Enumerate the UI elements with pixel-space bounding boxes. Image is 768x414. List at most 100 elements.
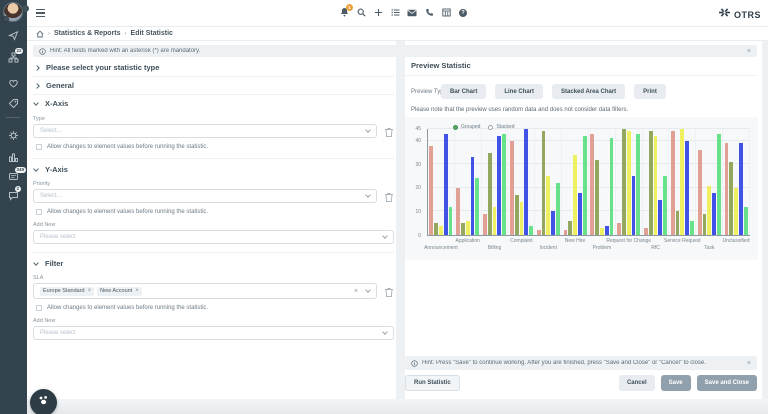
bar-series-3 — [546, 176, 550, 235]
delete-filter-button[interactable] — [384, 285, 394, 297]
save-and-close-button[interactable]: Save and Close — [697, 375, 757, 391]
add-button[interactable] — [373, 8, 383, 18]
email-button[interactable] — [407, 8, 417, 18]
x-category-label: New Hire — [548, 238, 602, 244]
close-icon[interactable]: × — [747, 360, 751, 367]
yaxis-priority-select[interactable]: Select… — [33, 189, 377, 203]
bar-series-5 — [636, 134, 640, 235]
bar-series-5 — [610, 138, 614, 235]
bar-chart-button[interactable]: Bar Chart — [441, 84, 486, 99]
yaxis-add-new-label: Add New — [33, 222, 394, 228]
help-button[interactable]: ? — [458, 8, 468, 18]
heart-icon — [8, 78, 19, 89]
chevron-down-icon — [382, 233, 388, 239]
bar-series-4 — [471, 157, 475, 235]
menu-icon[interactable] — [36, 9, 45, 17]
stacked-radio[interactable] — [488, 125, 493, 130]
x-category-label: Billing — [468, 245, 522, 251]
print-button[interactable]: Print — [634, 84, 666, 99]
chevron-down-icon — [33, 260, 39, 266]
lists-button[interactable] — [390, 8, 400, 18]
section-y-axis[interactable]: Y-Axis — [33, 158, 394, 177]
phone-button[interactable] — [424, 8, 434, 18]
chat-fab-button[interactable] — [30, 389, 57, 414]
sidebar-item-chat[interactable]: 2 — [8, 190, 19, 201]
bar-series-3 — [734, 188, 738, 235]
section-general[interactable]: General — [33, 77, 394, 95]
y-tick-label: 10 — [415, 209, 421, 215]
filter-sla-multiselect[interactable]: Europe Standard × New Account × × — [33, 283, 377, 299]
bar-series-5 — [475, 178, 479, 235]
help-icon: ? — [459, 9, 467, 17]
grouped-radio[interactable] — [453, 125, 458, 130]
bar-series-2 — [649, 131, 653, 235]
run-statistic-button[interactable]: Run Statistic — [405, 375, 460, 391]
bar-series-5 — [502, 134, 506, 235]
bar-series-3 — [627, 131, 631, 235]
sidebar-item-statistics[interactable] — [8, 152, 19, 163]
bar-group: Request for Change — [616, 129, 643, 235]
close-icon[interactable]: × — [747, 48, 751, 55]
bar-series-2 — [622, 129, 626, 235]
yaxis-add-new-select[interactable]: Please select — [33, 230, 394, 244]
filter-allow-changes-row: Allow changes to element values before r… — [33, 305, 394, 311]
section-filter[interactable]: Filter — [33, 252, 394, 271]
bar-group: Announcement — [428, 129, 455, 235]
bar-group: New Hire — [562, 129, 589, 235]
breadcrumb: › Statistics & Reports › Edit Statistic — [27, 27, 768, 41]
tag-label: Europe Standard — [43, 288, 85, 294]
sidebar-item-tags[interactable] — [8, 98, 19, 109]
board-button[interactable] — [441, 8, 451, 18]
save-button[interactable]: Save — [661, 375, 691, 391]
sidebar-item-send[interactable] — [8, 30, 19, 41]
bar-series-1 — [537, 230, 541, 235]
column-divider — [396, 41, 405, 399]
allow-changes-checkbox[interactable] — [36, 144, 42, 150]
sidebar-toggle[interactable] — [22, 5, 29, 12]
filter-add-new-select[interactable]: Please select — [33, 326, 394, 340]
plus-icon — [374, 4, 383, 22]
breadcrumb-item-statistics[interactable]: Statistics & Reports — [54, 30, 121, 37]
x-category-label: RfC — [629, 245, 683, 251]
sidebar-item-customers[interactable]: 22 — [8, 52, 19, 63]
tag-close-icon[interactable]: × — [88, 288, 92, 294]
bar-series-1 — [564, 230, 568, 235]
bar-series-3 — [573, 155, 577, 235]
section-statistic-type[interactable]: Please select your statistic type — [33, 59, 394, 77]
home-icon[interactable] — [36, 25, 44, 43]
xaxis-type-select[interactable]: Select… — [33, 124, 377, 138]
chart-area: Grouped Stacked 01020304045 Announcement… — [405, 117, 758, 260]
mandatory-hint-text: Hint: All fields marked with an asterisk… — [50, 48, 743, 54]
bar-series-3 — [520, 202, 524, 235]
breadcrumb-item-edit-statistic: Edit Statistic — [131, 30, 173, 37]
clear-selection-icon[interactable]: × — [354, 288, 358, 295]
search-button[interactable] — [356, 8, 366, 18]
bar-series-2 — [515, 195, 519, 235]
section-label: X-Axis — [45, 99, 68, 108]
chevron-right-icon — [34, 83, 40, 89]
bar-series-5 — [529, 226, 533, 235]
yaxis-allow-changes-row: Allow changes to element values before r… — [33, 209, 394, 215]
allow-changes-checkbox[interactable] — [36, 305, 42, 311]
sidebar-item-settings[interactable] — [8, 130, 19, 141]
stacked-area-chart-button[interactable]: Stacked Area Chart — [552, 84, 625, 99]
notifications-button[interactable]: 1 — [339, 8, 349, 18]
sidebar-item-favorites[interactable] — [8, 78, 19, 89]
cancel-button[interactable]: Cancel — [619, 375, 655, 391]
line-chart-button[interactable]: Line Chart — [495, 84, 543, 99]
section-label: Please select your statistic type — [46, 63, 159, 72]
delete-xaxis-button[interactable] — [384, 125, 394, 137]
bar-series-4 — [712, 193, 716, 235]
scrollbar-track[interactable] — [762, 41, 768, 399]
bar-series-2 — [676, 211, 680, 235]
bar-series-2 — [488, 153, 492, 235]
section-x-axis[interactable]: X-Axis — [33, 95, 394, 112]
delete-yaxis-button[interactable] — [384, 190, 394, 202]
sidebar-item-tickets[interactable]: 349 — [8, 171, 19, 182]
tag-close-icon[interactable]: × — [135, 288, 139, 294]
bottom-scroll-band[interactable] — [27, 399, 768, 414]
bar-series-2 — [703, 214, 707, 235]
bar-series-2 — [542, 131, 546, 235]
allow-changes-checkbox[interactable] — [36, 209, 42, 215]
checkbox-label: Allow changes to element values before r… — [47, 305, 208, 311]
